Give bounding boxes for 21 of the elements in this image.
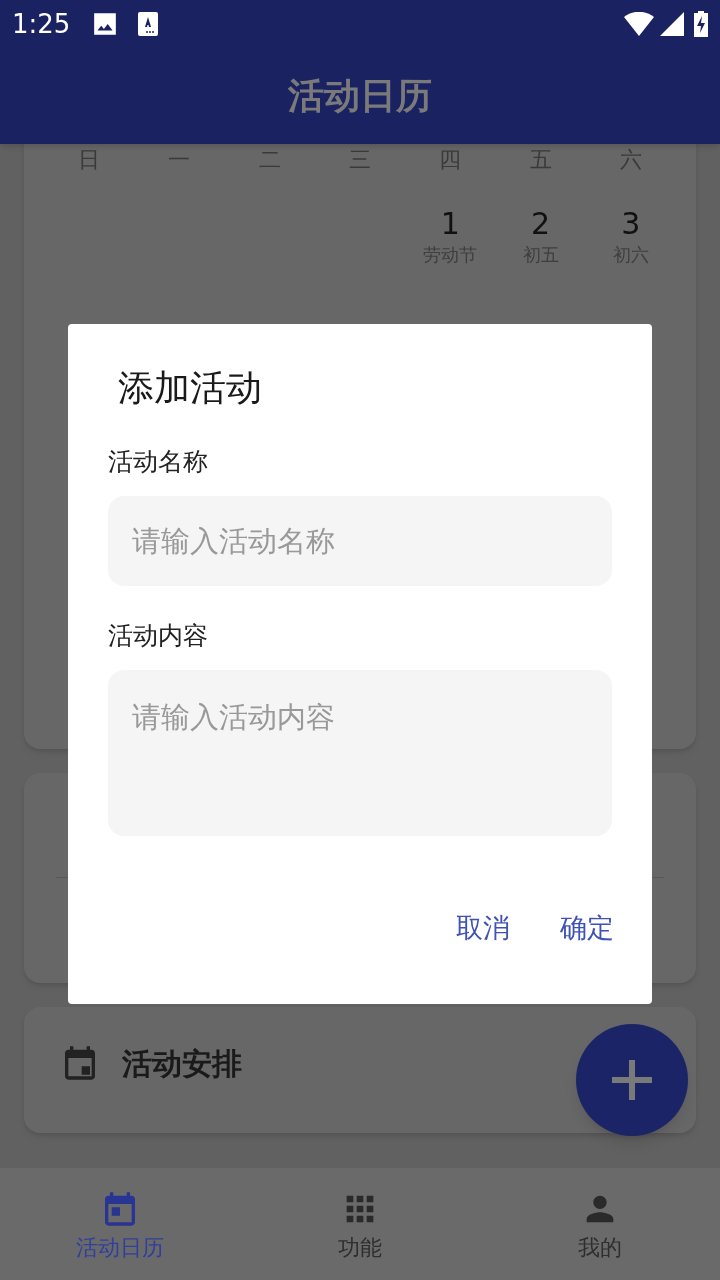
nav-tab[interactable]: 功能	[240, 1168, 480, 1280]
schedule-title: 活动安排	[122, 1044, 242, 1083]
wifi-icon	[624, 12, 654, 36]
field-label: 活动内容	[108, 620, 209, 652]
dialog-title: 添加活动	[118, 366, 263, 410]
nav-tab[interactable]: 我的	[480, 1168, 720, 1280]
battery-icon	[694, 11, 708, 37]
status-time: 1:25	[12, 7, 71, 41]
field-label: 活动名称	[108, 446, 209, 478]
image-icon	[92, 12, 119, 36]
dialog-button[interactable]: 确定	[542, 898, 632, 959]
dialog-button[interactable]: 取消	[438, 898, 528, 959]
plus-icon	[612, 1060, 652, 1100]
day-number: 1	[440, 206, 460, 242]
name-field[interactable]: 请输入活动名称	[108, 496, 612, 586]
app-title: 活动日历	[288, 74, 432, 118]
signal-icon	[660, 12, 684, 36]
day-number: 2	[531, 206, 551, 242]
day-number: 3	[621, 206, 641, 242]
accessibility-text-icon	[138, 12, 159, 36]
content-field[interactable]: 请输入活动内容	[108, 670, 612, 836]
